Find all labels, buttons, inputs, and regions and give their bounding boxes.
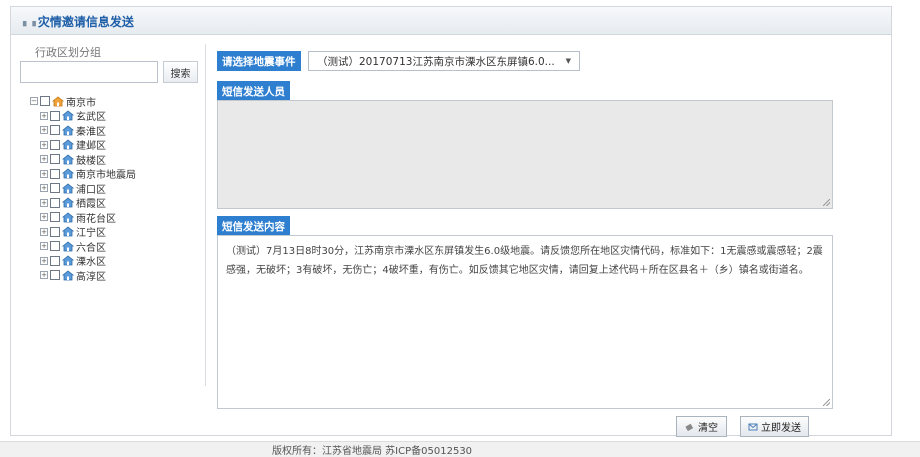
tree-node[interactable]: + 浦口区 <box>30 181 136 196</box>
recipients-textarea[interactable] <box>217 100 833 209</box>
expand-icon[interactable]: + <box>40 126 48 135</box>
house-icon <box>62 168 74 179</box>
clear-button-label: 清空 <box>698 423 718 434</box>
content-text: （测试）7月13日8时30分，江苏南京市溧水区东屏镇发生6.0级地震。请反馈您所… <box>226 246 823 276</box>
tree-node[interactable]: + 南京市地震局 <box>30 167 136 182</box>
event-select-label: 请选择地震事件 <box>217 51 301 71</box>
tree-node[interactable]: + 栖霞区 <box>30 196 136 211</box>
tree-node[interactable]: + 玄武区 <box>30 109 136 124</box>
tree-node-label: 浦口区 <box>76 184 106 196</box>
house-icon <box>62 110 74 121</box>
event-select-value: （测试）20170713江苏南京市溧水区东屏镇6.0... <box>317 55 555 68</box>
tree-node[interactable]: + 建邺区 <box>30 138 136 153</box>
tree-node[interactable]: + 秦淮区 <box>30 123 136 138</box>
clear-button[interactable]: 清空 <box>676 416 727 437</box>
expand-icon[interactable]: + <box>40 256 48 265</box>
region-search-input[interactable] <box>20 61 158 83</box>
house-icon <box>62 125 74 136</box>
house-icon <box>62 183 74 194</box>
expand-icon[interactable]: + <box>40 111 48 120</box>
eraser-icon <box>685 423 694 431</box>
house-icon <box>62 241 74 252</box>
tree-checkbox[interactable] <box>50 197 60 208</box>
tree-node-root[interactable]: − 南京市 <box>30 94 136 109</box>
tree-checkbox[interactable] <box>50 183 60 194</box>
content-label: 短信发送内容 <box>217 216 290 236</box>
search-button[interactable]: 搜索 <box>163 61 198 83</box>
expand-icon[interactable]: + <box>40 155 48 164</box>
tree-node-label: 雨花台区 <box>76 213 116 225</box>
house-icon <box>62 212 74 223</box>
house-icon <box>62 270 74 281</box>
house-icon <box>62 154 74 165</box>
tree-checkbox[interactable] <box>50 241 60 252</box>
expand-icon[interactable]: + <box>40 198 48 207</box>
tree-node-label: 南京市 <box>66 97 96 109</box>
house-icon <box>62 197 74 208</box>
send-now-button[interactable]: 立即发送 <box>740 416 809 437</box>
tree-node-label: 溧水区 <box>76 257 106 269</box>
tree-checkbox[interactable] <box>40 96 50 107</box>
page-title-text: 灾情邀请信息发送 <box>37 15 134 29</box>
expand-icon[interactable]: + <box>40 140 48 149</box>
event-select[interactable]: （测试）20170713江苏南京市溧水区东屏镇6.0... ▼ <box>308 51 580 71</box>
tree-checkbox[interactable] <box>50 139 60 150</box>
send-button-label: 立即发送 <box>761 423 801 434</box>
collapse-icon[interactable]: − <box>30 97 38 106</box>
tree-node-label: 建邺区 <box>76 141 106 153</box>
tree-checkbox[interactable] <box>50 168 60 179</box>
tree-node[interactable]: + 雨花台区 <box>30 210 136 225</box>
tree-checkbox[interactable] <box>50 270 60 281</box>
footer: 版权所有：江苏省地震局 苏ICP备05012530 <box>0 441 920 457</box>
expand-icon[interactable]: + <box>40 169 48 178</box>
tree-node[interactable]: + 鼓楼区 <box>30 152 136 167</box>
tree-node-label: 高淳区 <box>76 271 106 283</box>
tree-checkbox[interactable] <box>50 110 60 121</box>
house-icon <box>62 255 74 266</box>
tree-node[interactable]: + 高淳区 <box>30 268 136 283</box>
tree-node[interactable]: + 溧水区 <box>30 254 136 269</box>
tree-node-label: 江宁区 <box>76 228 106 240</box>
tree-checkbox[interactable] <box>50 212 60 223</box>
expand-icon[interactable]: + <box>40 184 48 193</box>
expand-icon[interactable]: + <box>40 227 48 236</box>
house-icon <box>52 96 64 107</box>
content-textarea[interactable]: （测试）7月13日8时30分，江苏南京市溧水区东屏镇发生6.0级地震。请反馈您所… <box>217 235 833 409</box>
tree-node-label: 六合区 <box>76 242 106 254</box>
panel-header: ▖▗ 灾情邀请信息发送 <box>11 7 891 35</box>
bar-chart-icon: ▖▗ <box>23 16 36 27</box>
expand-icon[interactable]: + <box>40 213 48 222</box>
expand-icon[interactable]: + <box>40 271 48 280</box>
region-panel: 行政区划分组 搜索 − 南京市 + 玄武区 + 秦淮区 + 建邺区 + 鼓楼区 + 南京市地震局 +… <box>20 44 206 386</box>
region-tree: − 南京市 + 玄武区 + 秦淮区 + 建邺区 + 鼓楼区 + 南京市地震局 + 浦口区 + 栖霞区 + 雨花… <box>30 94 136 283</box>
dropdown-arrow-icon[interactable]: ▼ <box>566 57 571 65</box>
resize-grip-icon[interactable] <box>823 399 830 406</box>
tree-node-label: 玄武区 <box>76 112 106 124</box>
house-icon <box>62 226 74 237</box>
footer-copyright: 版权所有：江苏省地震局 苏ICP备05012530 <box>272 446 473 457</box>
tree-node[interactable]: + 六合区 <box>30 239 136 254</box>
recipients-label: 短信发送人员 <box>217 81 290 101</box>
tree-node-label: 栖霞区 <box>76 199 106 211</box>
tree-node-label: 秦淮区 <box>76 126 106 138</box>
tree-checkbox[interactable] <box>50 255 60 266</box>
tree-checkbox[interactable] <box>50 125 60 136</box>
region-group-label: 行政区划分组 <box>35 46 101 59</box>
tree-checkbox[interactable] <box>50 226 60 237</box>
tree-node[interactable]: + 江宁区 <box>30 225 136 240</box>
house-icon <box>62 139 74 150</box>
send-icon <box>748 423 758 430</box>
resize-grip-icon[interactable] <box>823 199 830 206</box>
expand-icon[interactable]: + <box>40 242 48 251</box>
tree-node-label: 鼓楼区 <box>76 155 106 167</box>
tree-node-label: 南京市地震局 <box>76 170 136 182</box>
page-title: ▖▗ 灾情邀请信息发送 <box>23 13 134 30</box>
tree-checkbox[interactable] <box>50 154 60 165</box>
